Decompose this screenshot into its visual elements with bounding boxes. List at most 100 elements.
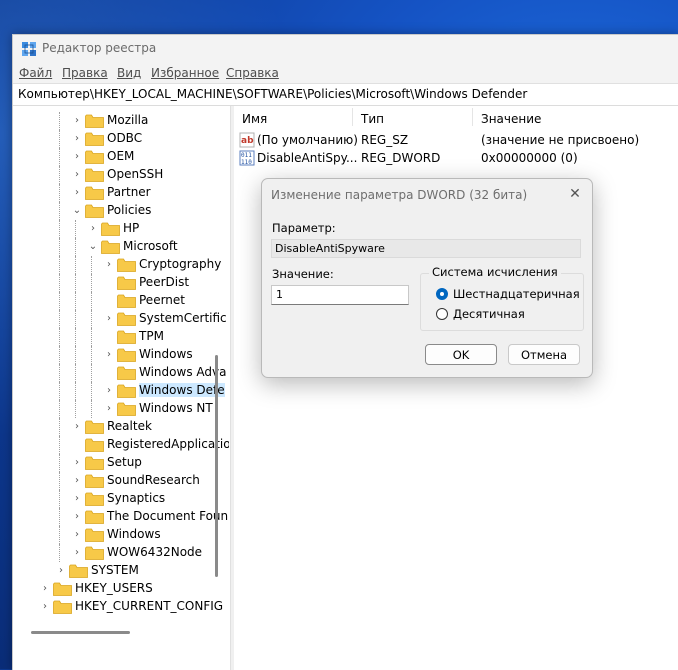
chevron-down-icon[interactable]: ⌄ — [71, 205, 83, 217]
tree-node-label: Windows NT — [139, 401, 213, 415]
tree-node[interactable]: › HKEY_USERS — [13, 580, 229, 598]
tree-node-label: Windows — [107, 527, 161, 541]
tree-node[interactable]: Peernet — [13, 292, 229, 310]
tree-node[interactable]: › Windows — [13, 346, 229, 364]
tree-node[interactable]: ⌄ Policies — [13, 202, 229, 220]
menu-help[interactable]: Справка — [226, 66, 279, 80]
menu-view[interactable]: Вид — [117, 66, 141, 80]
chevron-right-icon[interactable]: › — [71, 187, 83, 199]
base-groupbox: Система исчисления Шестнадцатеричная Дес… — [420, 265, 584, 331]
folder-icon — [85, 474, 104, 488]
chevron-right-icon[interactable]: › — [71, 529, 83, 541]
tree-guide-line — [59, 310, 60, 328]
chevron-right-icon[interactable]: › — [103, 385, 115, 397]
radio-hex-label[interactable]: Шестнадцатеричная — [453, 287, 580, 301]
tree-guide-line — [91, 400, 92, 418]
value-row[interactable]: ab (По умолчанию) REG_SZ (значение не пр… — [234, 131, 678, 149]
svg-text:011: 011 — [241, 152, 252, 159]
column-header-type[interactable]: Тип — [361, 112, 384, 126]
chevron-right-icon[interactable]: › — [71, 133, 83, 145]
folder-icon — [117, 258, 136, 272]
tree-node[interactable]: › Windows Defe — [13, 382, 229, 400]
column-header-value[interactable]: Значение — [481, 112, 541, 126]
tree-node[interactable]: › Windows — [13, 526, 229, 544]
tree-node[interactable]: › SYSTEM — [13, 562, 229, 580]
folder-icon — [85, 420, 104, 434]
tree-node[interactable]: › OpenSSH — [13, 166, 229, 184]
menu-favorites[interactable]: Избранное — [151, 66, 219, 80]
chevron-right-icon[interactable]: › — [71, 457, 83, 469]
tree-node[interactable]: › Setup — [13, 454, 229, 472]
tree-vertical-scrollbar[interactable] — [215, 355, 218, 577]
value-input[interactable]: 1 — [271, 285, 409, 305]
ok-button[interactable]: OK — [425, 344, 497, 365]
folder-icon — [117, 366, 136, 380]
tree-guide-line — [59, 256, 60, 274]
folder-icon — [85, 546, 104, 560]
chevron-right-icon[interactable]: › — [71, 493, 83, 505]
tree-guide-line — [91, 382, 92, 400]
tree-node[interactable]: › Partner — [13, 184, 229, 202]
title-bar[interactable]: Редактор реестра — [13, 35, 678, 63]
tree-node[interactable]: › Realtek — [13, 418, 229, 436]
column-divider[interactable] — [352, 108, 353, 126]
tree-guide-line — [91, 310, 92, 328]
chevron-right-icon[interactable]: › — [71, 115, 83, 127]
tree-guide-line — [59, 220, 60, 238]
tree-node[interactable]: › Synaptics — [13, 490, 229, 508]
chevron-right-icon[interactable]: › — [55, 565, 67, 577]
chevron-right-icon[interactable]: › — [71, 151, 83, 163]
tree-node[interactable]: ⌄ Microsoft — [13, 238, 229, 256]
chevron-right-icon[interactable]: › — [103, 349, 115, 361]
chevron-right-icon[interactable]: › — [39, 601, 51, 613]
tree-node[interactable]: TPM — [13, 328, 229, 346]
tree-node[interactable]: PeerDist — [13, 274, 229, 292]
tree-horizontal-scrollbar[interactable] — [31, 631, 130, 634]
chevron-right-icon[interactable]: › — [71, 511, 83, 523]
value-row[interactable]: 011 110 DisableAntiSpy... REG_DWORD 0x00… — [234, 149, 678, 167]
tree-guide-line — [75, 256, 76, 274]
chevron-right-icon[interactable]: › — [103, 403, 115, 415]
folder-icon — [101, 240, 120, 254]
tree-node[interactable]: › HP — [13, 220, 229, 238]
menu-edit[interactable]: Правка — [62, 66, 108, 80]
chevron-right-icon[interactable]: › — [71, 547, 83, 559]
tree-node[interactable]: › Mozilla — [13, 112, 229, 130]
radio-decimal-label[interactable]: Десятичная — [453, 307, 525, 321]
tree-node[interactable]: › The Document Foun — [13, 508, 229, 526]
column-header-name[interactable]: Имя — [242, 112, 267, 126]
folder-icon — [85, 132, 104, 146]
tree-node[interactable]: › Cryptography — [13, 256, 229, 274]
tree-node[interactable]: Windows Adva — [13, 364, 229, 382]
address-bar[interactable]: Компьютер\HKEY_LOCAL_MACHINE\SOFTWARE\Po… — [13, 83, 678, 106]
tree-guide-line — [59, 418, 60, 436]
chevron-right-icon[interactable]: › — [71, 421, 83, 433]
chevron-right-icon[interactable]: › — [87, 223, 99, 235]
cancel-button[interactable]: Отмена — [508, 344, 580, 365]
radio-decimal[interactable] — [436, 308, 448, 320]
tree-guide-line — [59, 202, 60, 220]
tree-guide-line — [59, 400, 60, 418]
radio-hex[interactable] — [436, 288, 448, 300]
chevron-down-icon[interactable]: ⌄ — [87, 241, 99, 253]
tree-guide-line — [59, 148, 60, 166]
chevron-right-icon[interactable]: › — [71, 169, 83, 181]
menu-file[interactable]: Файл — [19, 66, 52, 80]
column-divider[interactable] — [472, 108, 473, 126]
tree-node[interactable]: › ODBC — [13, 130, 229, 148]
chevron-right-icon[interactable]: › — [39, 583, 51, 595]
dialog-title: Изменение параметра DWORD (32 бита) — [271, 188, 528, 202]
tree-node[interactable]: › Windows NT — [13, 400, 229, 418]
chevron-right-icon[interactable]: › — [103, 313, 115, 325]
tree-node[interactable]: › WOW6432Node — [13, 544, 229, 562]
chevron-right-icon[interactable]: › — [103, 259, 115, 271]
tree-node-label: HKEY_CURRENT_CONFIG — [75, 599, 224, 613]
tree-guide-line — [59, 112, 60, 130]
tree-node[interactable]: › SystemCertific — [13, 310, 229, 328]
close-icon[interactable]: ✕ — [565, 185, 585, 203]
tree-node[interactable]: RegisteredApplicatio — [13, 436, 229, 454]
tree-node[interactable]: › OEM — [13, 148, 229, 166]
tree-node[interactable]: › SoundResearch — [13, 472, 229, 490]
chevron-right-icon[interactable]: › — [71, 475, 83, 487]
tree-node[interactable]: › HKEY_CURRENT_CONFIG — [13, 598, 229, 616]
